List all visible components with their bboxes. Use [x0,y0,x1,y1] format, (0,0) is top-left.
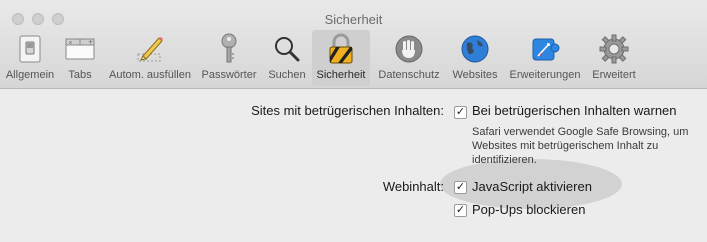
tab-passwords[interactable]: Passwörter [198,30,260,86]
tab-security[interactable]: Sicherheit [312,30,370,86]
key-icon [213,33,245,65]
pencil-icon [134,33,166,65]
svg-text:x: x [69,40,72,46]
tab-allgemein[interactable]: Allgemein [2,30,58,86]
hand-icon [393,33,425,65]
fraud-warning-checkbox[interactable]: ✓ [454,106,467,119]
tab-websites[interactable]: Websites [448,30,502,86]
tab-label: Autom. ausfüllen [109,69,191,81]
switch-icon [14,33,46,65]
tab-label: Websites [452,69,498,81]
fraud-note: Safari verwendet Google Safe Browsing, u… [472,126,689,166]
popups-label: Pop-Ups blockieren [472,202,586,217]
fraud-section-label: Sites mit betrügerischen Inhalten: [251,103,444,118]
tab-label: Datenschutz [378,69,440,81]
security-pane: Sites mit betrügerischen Inhalten: ✓ Bei… [0,89,707,242]
tab-extensions[interactable]: Erweiterungen [504,30,586,86]
fraud-warning-label: Bei betrügerischen Inhalten warnen [472,103,677,118]
checkmark-icon: ✓ [455,106,466,118]
tab-label: Allgemein [5,69,55,81]
javascript-label: JavaScript aktivieren [472,179,592,194]
tab-advanced[interactable]: Erweitert [588,30,640,86]
checkmark-icon: ✓ [455,204,466,216]
tab-tabs[interactable]: x + Tabs [62,30,98,86]
tab-label: Suchen [268,69,306,81]
puzzle-icon [529,33,561,65]
tab-label: Erweiterungen [509,69,581,81]
javascript-checkbox[interactable]: ✓ [454,181,467,194]
gear-icon [598,33,630,65]
tab-label: Sicherheit [316,69,366,81]
tabs-icon: x + [64,33,96,65]
web-content-label: Webinhalt: [382,179,444,194]
titlebar: Sicherheit Allgemein x + Tabs Autom. aus… [0,0,707,89]
magnifier-icon [271,33,303,65]
checkmark-icon: ✓ [455,181,466,193]
tab-label: Passwörter [201,69,257,81]
tab-autofill[interactable]: Autom. ausfüllen [102,30,198,86]
window-title: Sicherheit [324,12,383,27]
tab-label: Erweitert [592,69,636,81]
tab-privacy[interactable]: Datenschutz [372,30,446,86]
tab-search[interactable]: Suchen [264,30,310,86]
tab-label: Tabs [68,69,92,81]
preferences-toolbar: Allgemein x + Tabs Autom. ausfüllen Pass… [0,30,707,86]
preferences-window: Sicherheit Allgemein x + Tabs Autom. aus… [0,0,707,242]
lock-icon [325,33,357,65]
globe-icon [459,33,491,65]
svg-text:+: + [88,39,93,46]
popups-checkbox[interactable]: ✓ [454,204,467,217]
